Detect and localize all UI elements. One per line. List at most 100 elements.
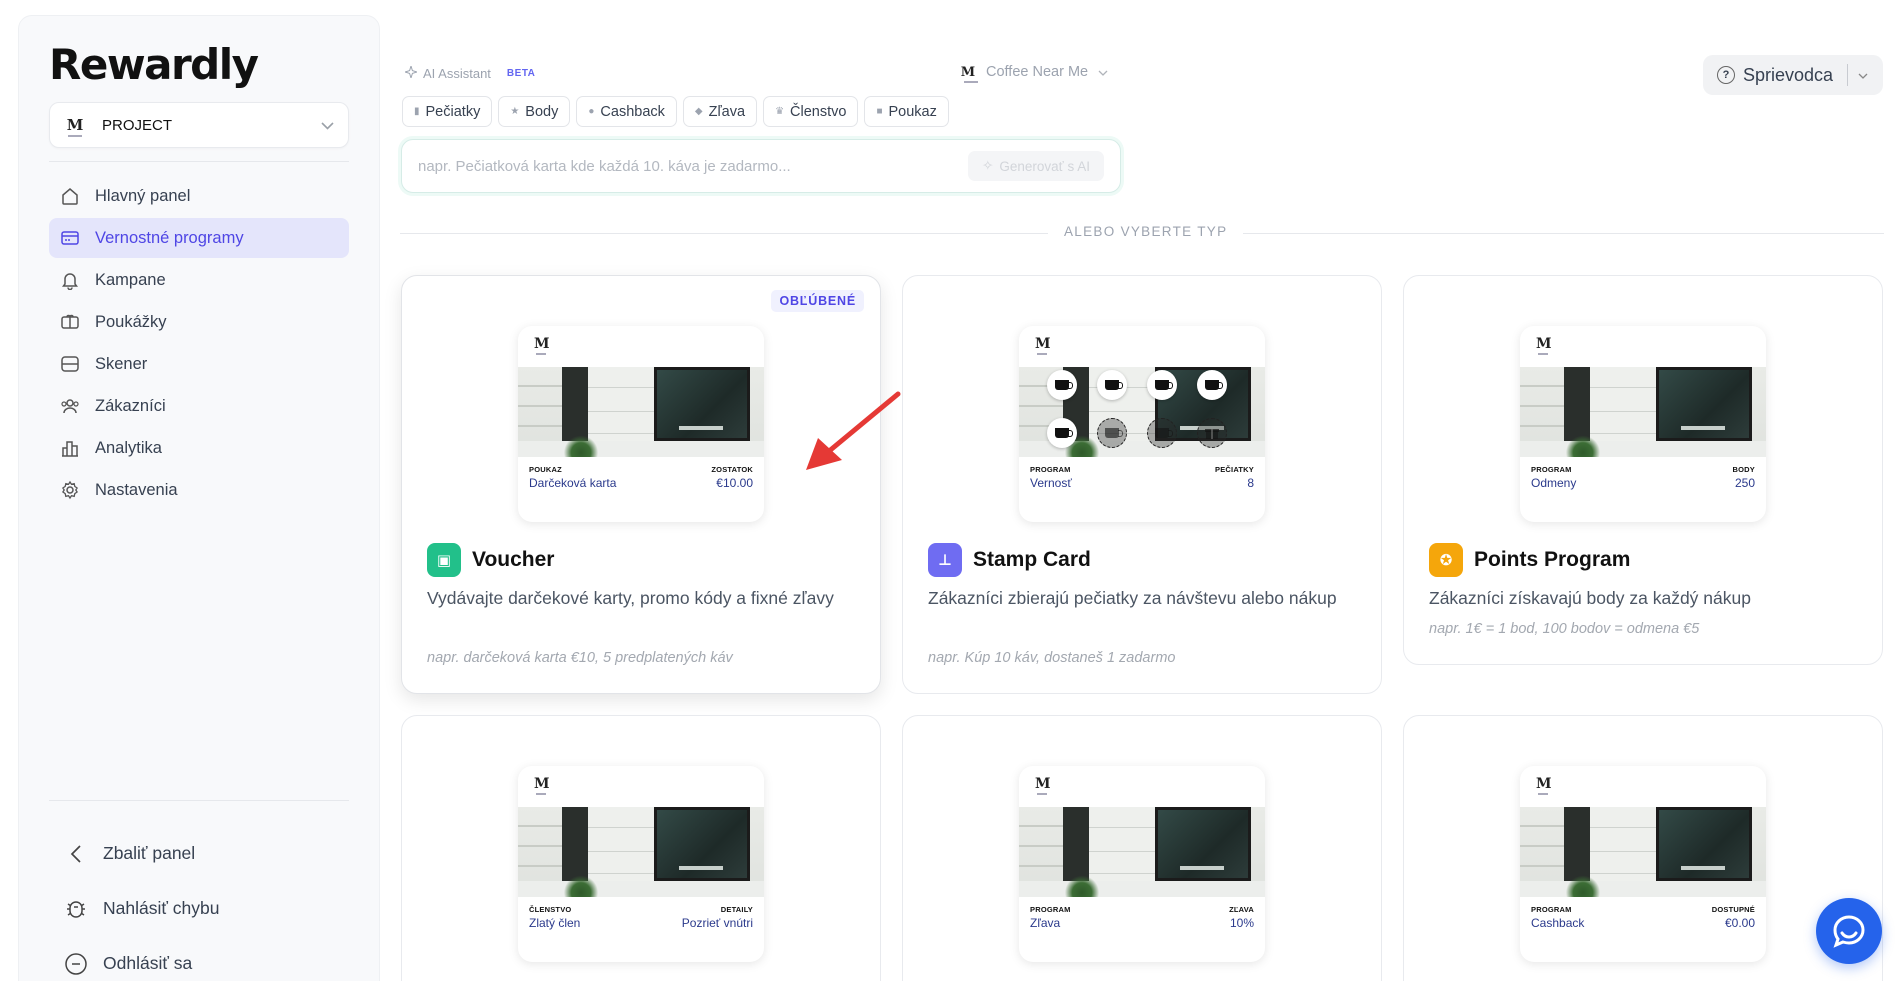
guide-button[interactable]: ? Sprievodca bbox=[1703, 55, 1883, 95]
chip-discount[interactable]: ◆ Zľava bbox=[682, 96, 758, 127]
coffee-cup-icon bbox=[1147, 370, 1177, 400]
card-title-text: Points Program bbox=[1474, 548, 1631, 571]
logout-button[interactable]: Odhlásiť sa bbox=[63, 936, 343, 981]
preview-info: PROGRAM Vernosť PEČIATKY 8 bbox=[1019, 457, 1265, 522]
coffee-cup-icon bbox=[1047, 418, 1077, 448]
nav-item-campaigns[interactable]: Kampane bbox=[49, 260, 349, 300]
settings-icon bbox=[59, 479, 81, 501]
project-logo: M bbox=[64, 117, 86, 137]
preview-right-label: BODY bbox=[1732, 465, 1755, 474]
coffee-cup-icon bbox=[1097, 370, 1127, 400]
location-selector[interactable]: M Coffee Near Me bbox=[960, 64, 1108, 83]
program-card-discount[interactable]: M PROGRAM Zľava ZĽAVA 10% bbox=[902, 715, 1382, 981]
preview-left-label: ČLENSTVO bbox=[529, 905, 572, 914]
collapse-panel-button[interactable]: Zbaliť panel bbox=[63, 826, 343, 881]
program-card-stamp[interactable]: M PROGRAM Vernosť PEČIATKY 8 ⊥ Stamp Card … bbox=[902, 275, 1382, 694]
coffee-cup-icon bbox=[1197, 370, 1227, 400]
empty-stamp-icon bbox=[1147, 418, 1177, 448]
nav-item-dashboard[interactable]: Hlavný panel bbox=[49, 176, 349, 216]
preview-logo: M bbox=[1035, 336, 1051, 355]
bug-icon bbox=[63, 896, 89, 922]
storefront-image bbox=[518, 367, 764, 457]
preview-info: POUKAZ Darčeková karta ZOSTATOK €10.00 bbox=[518, 457, 764, 522]
sidebar-divider bbox=[49, 161, 349, 162]
tag-icon: ◆ bbox=[694, 106, 703, 117]
storefront-image bbox=[1520, 367, 1766, 457]
nav-item-loyalty-programs[interactable]: Vernostné programy bbox=[49, 218, 349, 258]
preview-logo: M bbox=[1536, 776, 1552, 795]
card-title-text: Stamp Card bbox=[973, 548, 1091, 571]
preview-logo: M bbox=[534, 336, 550, 355]
nav-item-analytics[interactable]: Analytika bbox=[49, 428, 349, 468]
program-card-points[interactable]: M PROGRAM Odmeny BODY 250 ✪ Points Program… bbox=[1403, 275, 1883, 665]
chip-label: Členstvo bbox=[790, 103, 847, 120]
project-selector[interactable]: M PROJECT bbox=[49, 102, 349, 148]
preview-left-value: Zľava bbox=[1030, 916, 1061, 930]
ai-prompt-input[interactable]: napr. Pečiatková karta kde každá 10. káv… bbox=[401, 139, 1121, 193]
or-select-type-label: ALEBO VYBERTE TYP bbox=[1048, 224, 1244, 239]
preview-info: PROGRAM Cashback DOSTUPNÉ €0.00 bbox=[1520, 897, 1766, 962]
chat-icon bbox=[1833, 915, 1865, 948]
card-title: ▣ Voucher bbox=[427, 543, 554, 577]
program-card-cashback[interactable]: M PROGRAM Cashback DOSTUPNÉ €0.00 bbox=[1403, 715, 1883, 981]
favorite-badge: OBĽÚBENÉ bbox=[771, 290, 864, 312]
preview-right-value: Pozrieť vnútri bbox=[681, 916, 753, 930]
nav-label: Kampane bbox=[95, 270, 166, 289]
chart-icon bbox=[59, 437, 81, 459]
nav-item-settings[interactable]: Nastavenia bbox=[49, 470, 349, 510]
crown-icon: ♛ bbox=[775, 106, 785, 117]
nav-item-scanner[interactable]: Skener bbox=[49, 344, 349, 384]
card-example: napr. Kúp 10 káv, dostaneš 1 zadarmo bbox=[928, 650, 1176, 666]
generate-ai-button[interactable]: ✧ Generovať s AI bbox=[968, 151, 1104, 181]
sparkle-icon: ✧ bbox=[982, 158, 994, 173]
ai-assistant-label: AI Assistant BETA bbox=[403, 64, 535, 81]
home-icon bbox=[59, 185, 81, 207]
prompt-placeholder: napr. Pečiatková karta kde každá 10. káv… bbox=[418, 157, 791, 175]
location-name: Coffee Near Me bbox=[986, 64, 1089, 80]
chip-points[interactable]: ★ Body bbox=[498, 96, 571, 127]
program-card-membership[interactable]: M ČLENSTVO Zlatý člen DETAILY Pozrieť vnút… bbox=[401, 715, 881, 981]
chip-stamps[interactable]: ▮ Pečiatky bbox=[402, 96, 493, 127]
nav-item-customers[interactable]: Zákazníci bbox=[49, 386, 349, 426]
help-icon: ? bbox=[1717, 66, 1735, 84]
report-bug-button[interactable]: Nahlásiť chybu bbox=[63, 881, 343, 936]
gift-icon bbox=[1197, 418, 1227, 448]
chip-label: Body bbox=[525, 103, 559, 120]
chip-label: Poukaz bbox=[888, 103, 937, 120]
users-icon bbox=[59, 395, 81, 417]
chat-support-button[interactable] bbox=[1816, 898, 1882, 964]
bell-icon bbox=[59, 269, 81, 291]
chevron-down-icon[interactable] bbox=[1858, 68, 1868, 82]
nav-label: Skener bbox=[95, 354, 148, 373]
chip-cashback[interactable]: ● Cashback bbox=[576, 96, 677, 127]
preview-right-value: 8 bbox=[1247, 476, 1254, 490]
preview-right-value: €0.00 bbox=[1724, 916, 1755, 930]
chip-membership[interactable]: ♛ Členstvo bbox=[763, 96, 859, 127]
logout-icon bbox=[63, 951, 89, 977]
sidebar-divider bbox=[49, 800, 349, 801]
stamp-icon: ▮ bbox=[414, 106, 420, 117]
bottom-label: Nahlásiť chybu bbox=[103, 898, 220, 918]
card-preview: M PROGRAM Zľava ZĽAVA 10% bbox=[1019, 766, 1265, 962]
location-logo: M bbox=[960, 64, 978, 83]
chevron-down-icon bbox=[321, 118, 334, 133]
preview-left-value: Vernosť bbox=[1030, 476, 1072, 490]
program-card-voucher[interactable]: OBĽÚBENÉ M POUKAZ Darčeková karta ZOSTATO… bbox=[401, 275, 881, 694]
preview-left-value: Zlatý člen bbox=[529, 916, 581, 930]
card-preview: M PROGRAM Vernosť PEČIATKY 8 bbox=[1019, 326, 1265, 522]
guide-separator bbox=[1847, 64, 1849, 86]
nav-label: Zákazníci bbox=[95, 396, 166, 415]
app-logo[interactable]: Rewardly bbox=[49, 40, 259, 89]
preview-right-label: PEČIATKY bbox=[1215, 465, 1254, 474]
preview-right-label: DOSTUPNÉ bbox=[1711, 905, 1755, 914]
nav-item-vouchers[interactable]: Poukážky bbox=[49, 302, 349, 342]
chip-voucher[interactable]: ■ Poukaz bbox=[864, 96, 949, 127]
bottom-label: Odhlásiť sa bbox=[103, 953, 193, 973]
card-description: Zákazníci zbierajú pečiatky za návštevu … bbox=[928, 588, 1337, 608]
coin-icon: ✪ bbox=[1429, 543, 1463, 577]
bottom-nav: Zbaliť panel Nahlásiť chybu Odhlásiť sa bbox=[63, 826, 343, 981]
coins-icon: ● bbox=[588, 106, 595, 117]
preview-logo: M bbox=[1536, 336, 1552, 355]
preview-right-value: 250 bbox=[1734, 476, 1755, 490]
ai-assistant-text: AI Assistant bbox=[423, 66, 491, 81]
